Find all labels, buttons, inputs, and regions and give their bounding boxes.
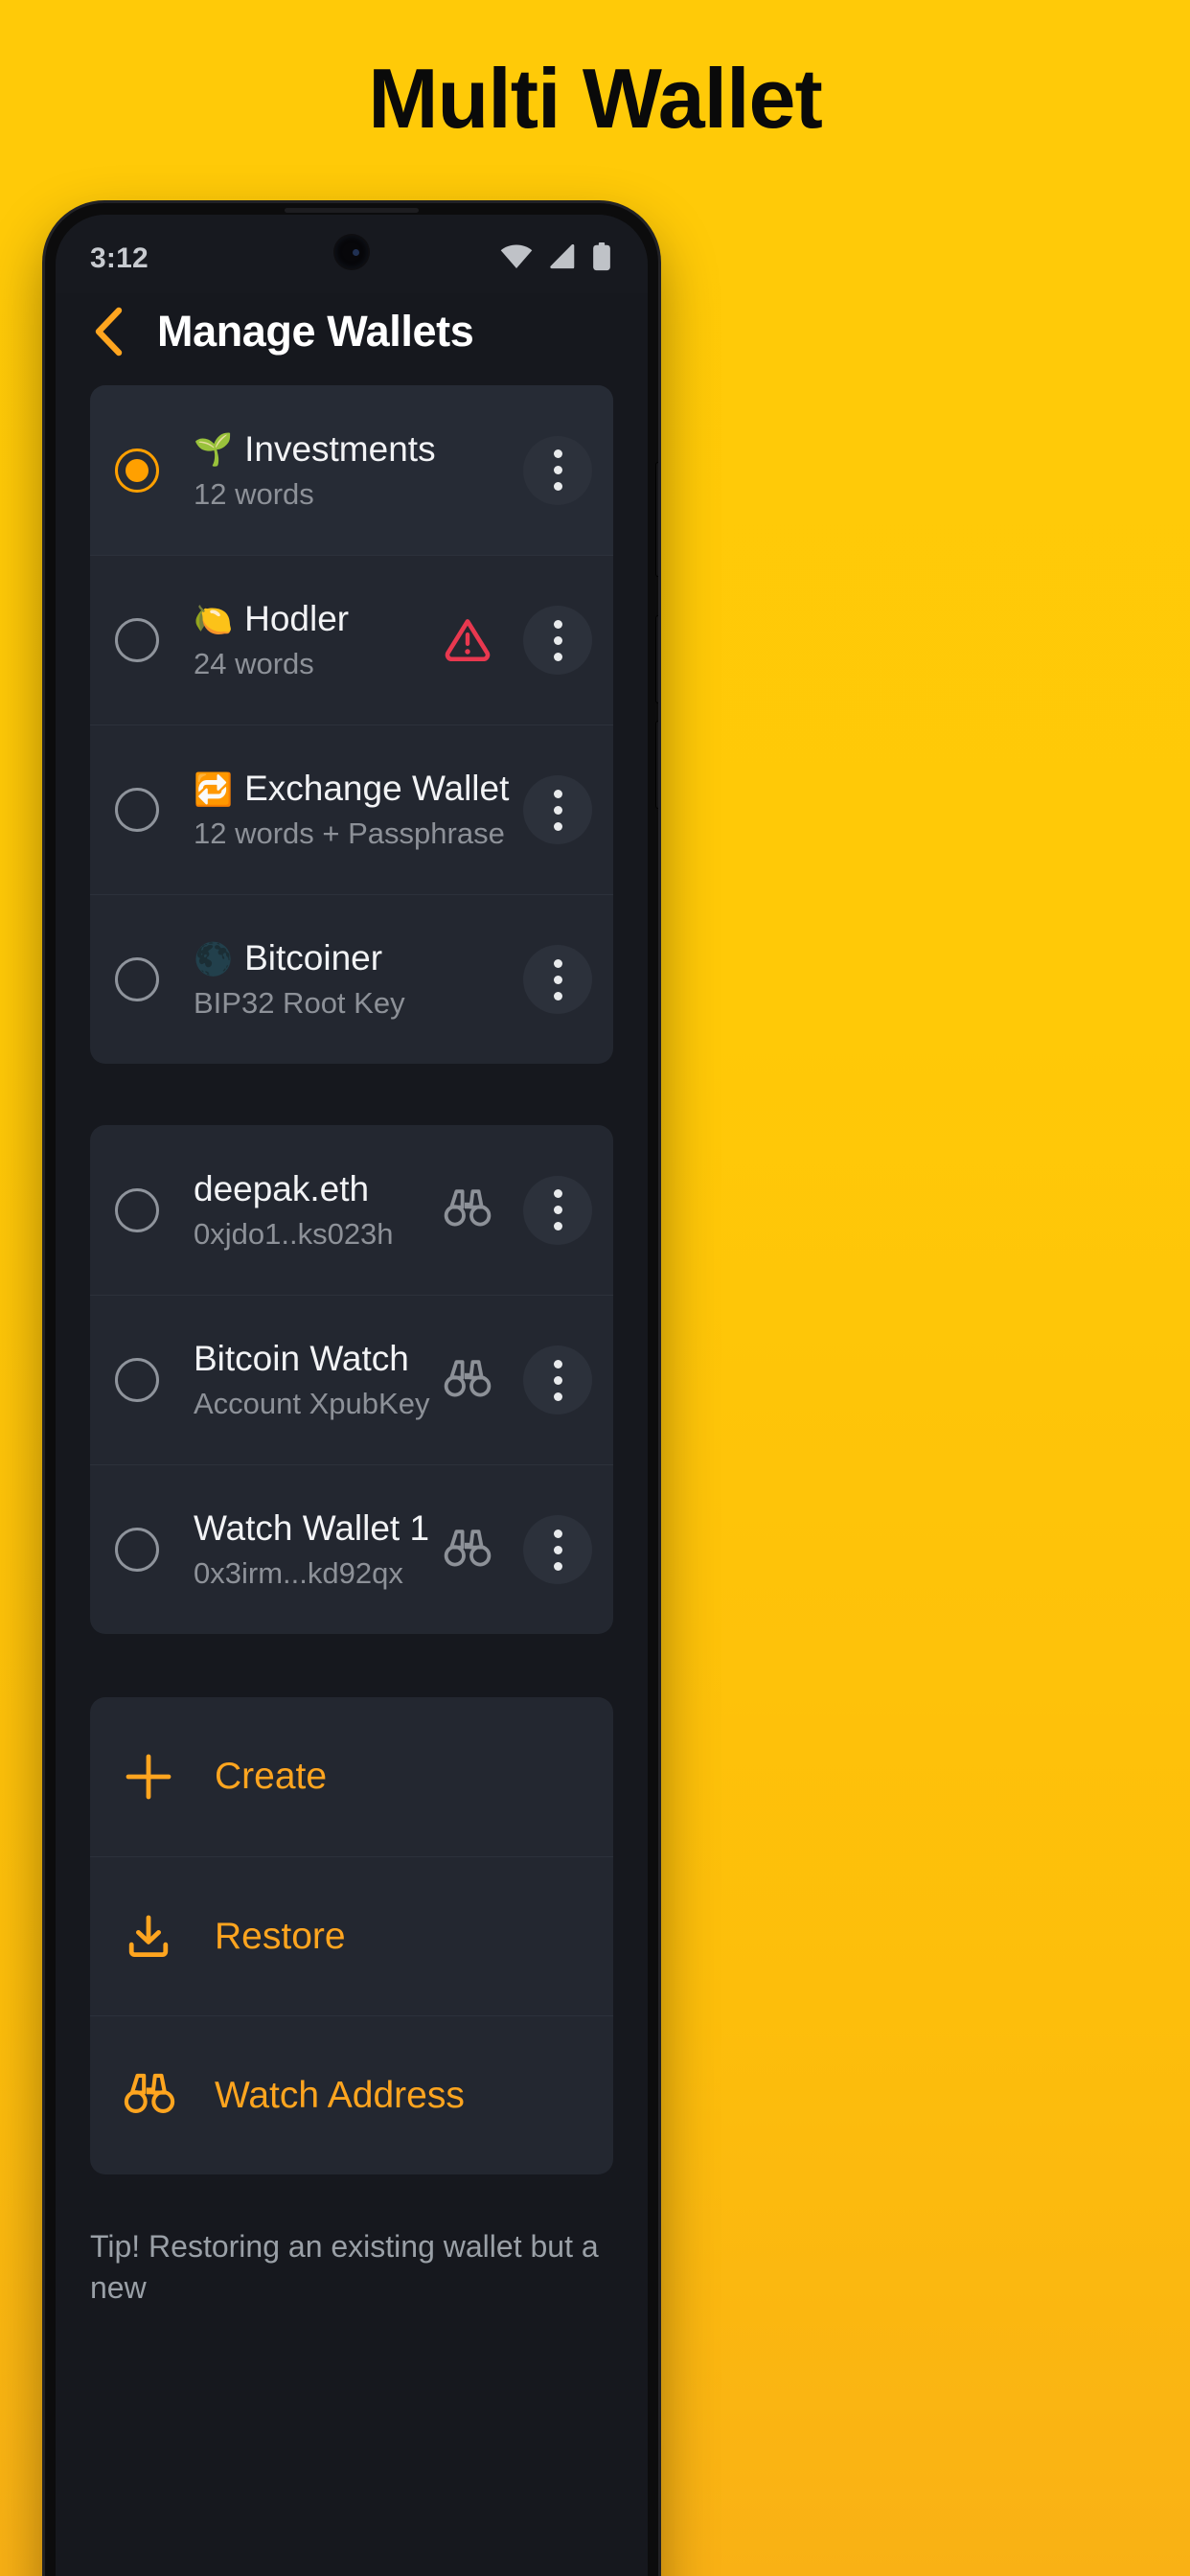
chevron-left-icon[interactable] [90, 307, 128, 356]
overflow-menu-icon[interactable] [523, 435, 592, 505]
wallet-row[interactable]: Bitcoin Watch Account XpubKey [90, 1295, 613, 1464]
create-label: Create [215, 1756, 328, 1797]
seedling-emoji: 🌱 [194, 431, 234, 467]
page-title: Manage Wallets [157, 307, 474, 356]
overflow-menu-icon[interactable] [523, 606, 592, 675]
status-icons [500, 242, 611, 276]
wallet-name-line: deepak.eth [194, 1169, 443, 1209]
watch-wallets-card: deepak.eth 0xjdo1..ks023h Bitcoin Watch … [90, 1125, 613, 1634]
wallet-name: Exchange Wallet [244, 769, 510, 808]
wallet-row[interactable]: deepak.eth 0xjdo1..ks023h [90, 1125, 613, 1295]
restore-label: Restore [215, 1915, 346, 1957]
overflow-menu-icon[interactable] [523, 945, 592, 1014]
status-time: 3:12 [90, 242, 149, 274]
overflow-menu-icon[interactable] [523, 775, 592, 844]
row-trailing [443, 1346, 592, 1414]
wallet-subtitle: BIP32 Root Key [194, 986, 405, 1020]
wifi-icon [500, 244, 533, 274]
wallet-subtitle: 12 words + Passphrase [194, 816, 505, 850]
overflow-menu-icon[interactable] [523, 1175, 592, 1245]
binoculars-icon [443, 1357, 492, 1404]
phone-power-button [655, 462, 658, 577]
repeat-emoji: 🔁 [194, 770, 234, 807]
wallet-radio[interactable] [115, 1528, 159, 1572]
wallet-text: 🌱 Investments 12 words [194, 429, 523, 512]
wallet-name: Watch Wallet 1 [194, 1508, 430, 1548]
wallet-text: 🔁 Exchange Wallet 12 words + Passphrase [194, 769, 523, 851]
actions-card: Create Restore Watch Address [90, 1697, 613, 2174]
app-bar: Manage Wallets [56, 293, 648, 381]
row-trailing [443, 606, 592, 675]
signing-wallets-card: 🌱 Investments 12 words 🍋 Hodler 24 words… [90, 385, 613, 1064]
download-icon [123, 1911, 174, 1963]
watch-address-button[interactable]: Watch Address [90, 2015, 613, 2174]
status-bar: 3:12 [56, 215, 648, 293]
binoculars-icon [443, 1527, 492, 1574]
moon-emoji: 🌑 [194, 940, 234, 977]
wallet-name: Bitcoiner [244, 938, 383, 978]
wallet-text: Watch Wallet 1 0x3irm...kd92qx [194, 1508, 443, 1591]
wallet-name-line: Bitcoin Watch [194, 1339, 443, 1379]
row-trailing [523, 945, 592, 1014]
row-trailing [443, 1515, 592, 1584]
wallet-text: deepak.eth 0xjdo1..ks023h [194, 1169, 443, 1252]
wallet-radio[interactable] [115, 618, 159, 662]
wallet-row[interactable]: 🌱 Investments 12 words [90, 385, 613, 555]
overflow-menu-icon[interactable] [523, 1515, 592, 1584]
wallet-radio[interactable] [115, 448, 159, 493]
wallet-name: Bitcoin Watch [194, 1339, 409, 1378]
wallet-subtitle: Account XpubKey [194, 1387, 430, 1420]
restore-wallet-button[interactable]: Restore [90, 1856, 613, 2015]
wallet-text: 🍋 Hodler 24 words [194, 599, 443, 681]
tip-text: Tip! Restoring an existing wallet but a … [90, 2229, 599, 2306]
wallet-subtitle: 0xjdo1..ks023h [194, 1216, 394, 1251]
lemon-emoji: 🍋 [194, 601, 234, 637]
wallet-radio[interactable] [115, 1187, 159, 1232]
battery-icon [592, 242, 611, 276]
overflow-menu-icon[interactable] [523, 1346, 592, 1414]
wallet-row[interactable]: 🌑 Bitcoiner BIP32 Root Key [90, 894, 613, 1064]
wallet-name: deepak.eth [194, 1168, 370, 1208]
wallet-name: Hodler [244, 599, 350, 638]
wallet-name-line: Watch Wallet 1 [194, 1508, 443, 1549]
wallet-row[interactable]: 🔁 Exchange Wallet 12 words + Passphrase [90, 724, 613, 894]
wallet-name-line: 🌑 Bitcoiner [194, 938, 523, 978]
wallet-name-line: 🔁 Exchange Wallet [194, 769, 523, 809]
wallet-text: Bitcoin Watch Account XpubKey [194, 1339, 443, 1421]
front-camera [335, 236, 368, 268]
wallet-row[interactable]: 🍋 Hodler 24 words [90, 555, 613, 724]
wallet-row[interactable]: Watch Wallet 1 0x3irm...kd92qx [90, 1464, 613, 1634]
wallet-subtitle: 0x3irm...kd92qx [194, 1556, 403, 1590]
phone-volume-up-button [655, 615, 658, 703]
phone-mockup: 3:12 Manage Wallets 🌱 Investments 12 wor… [45, 203, 658, 2576]
binoculars-icon [123, 2070, 175, 2122]
plus-icon [123, 1751, 174, 1803]
phone-volume-down-button [655, 721, 658, 809]
phone-screen: 3:12 Manage Wallets 🌱 Investments 12 wor… [56, 215, 648, 2576]
wallet-subtitle: 24 words [194, 647, 314, 680]
wallet-name-line: 🍋 Hodler [194, 599, 443, 639]
create-wallet-button[interactable]: Create [90, 1697, 613, 1856]
promo-title: Multi Wallet [368, 51, 823, 146]
wallet-name-line: 🌱 Investments [194, 429, 523, 470]
cellular-signal-icon [548, 243, 577, 274]
wallet-radio[interactable] [115, 788, 159, 832]
wallet-radio[interactable] [115, 1358, 159, 1402]
warning-icon[interactable] [443, 615, 492, 666]
row-trailing [443, 1175, 592, 1245]
row-trailing [523, 435, 592, 505]
wallet-name: Investments [244, 428, 436, 469]
wallet-radio[interactable] [115, 957, 159, 1001]
wallet-text: 🌑 Bitcoiner BIP32 Root Key [194, 938, 523, 1021]
wallet-subtitle: 12 words [194, 476, 314, 511]
binoculars-icon [443, 1186, 492, 1233]
watch-address-label: Watch Address [215, 2074, 465, 2116]
row-trailing [523, 775, 592, 844]
